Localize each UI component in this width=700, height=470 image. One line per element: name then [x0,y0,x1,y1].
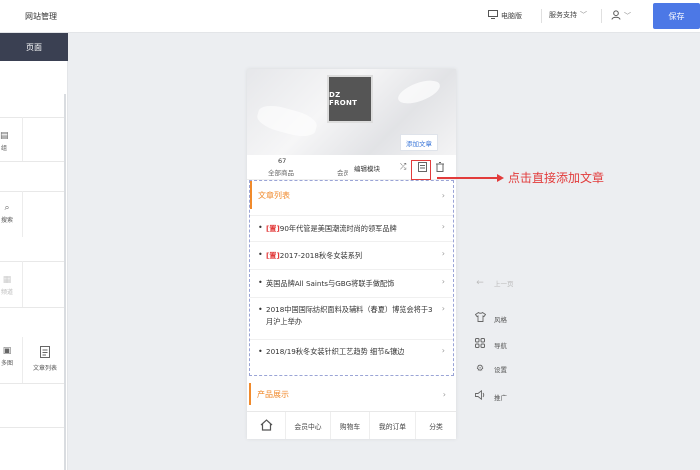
nav-home[interactable] [247,412,285,439]
nav-my-orders[interactable]: 我的订单 [369,412,415,439]
nav-category[interactable]: 分类 [415,412,456,439]
add-article-tooltip: 添加文章 [400,134,438,151]
user-menu[interactable]: ﹀ [611,10,631,22]
product-section-header[interactable]: 产品展示 › [249,383,454,405]
gear-icon: ⚙ [475,364,485,374]
service-support-label: 服务支持 [549,11,577,19]
module-toolbar: 编辑模块 ⤮ [348,157,455,179]
home-icon [260,419,273,433]
article-list-header[interactable]: 文章列表 › [250,181,453,209]
chevron-right-icon: › [441,304,445,313]
chevron-right-icon: › [441,249,445,258]
promotion-button[interactable]: 推广 [474,389,507,403]
product-count-label: 全部商品 [268,169,294,177]
edit-module-button[interactable]: 编辑模块 [354,163,380,173]
chevron-down-icon: ﹀ [580,11,587,19]
grid-icon [474,338,486,351]
highlight-box [411,160,431,180]
user-icon [611,10,621,22]
logo-text: DZ FRONT [329,91,358,107]
left-module-panel: ▤ 组 ⌕ 搜索 ▦ 频道 ▣ 多图 文章列表 [0,61,68,470]
module-channel[interactable]: ▦ 频道 [0,275,14,296]
prev-page-button[interactable]: ← 上一页 [474,278,513,288]
shuffle-icon[interactable]: ⤮ [400,162,406,172]
style-button[interactable]: 风格 [474,311,507,325]
chevron-right-icon: › [442,389,446,399]
search-icon: ⌕ [4,203,10,213]
document-icon [30,346,60,361]
module-group[interactable]: ▤ 组 [0,131,9,152]
arrow-left-icon: ← [476,278,484,288]
module-multi-image[interactable]: ▣ 多图 [0,346,14,367]
nav-cart[interactable]: 购物车 [330,412,369,439]
module-search[interactable]: ⌕ 搜索 [0,203,14,224]
top-bar: 网站管理 电脑版 服务支持 ﹀ ﹀ 保存 [0,0,700,33]
pc-version-label: 电脑版 [501,11,522,20]
article-list-title: 文章列表 [258,190,290,200]
mobile-preview: DZ FRONT 添加文章 67 全部商品 会员 编辑模块 ⤮ 文章列表 › •… [247,69,456,439]
tab-page[interactable]: 页面 [0,33,68,61]
chevron-right-icon: › [441,277,445,286]
image-icon: ▤ [0,131,9,141]
speaker-icon [474,389,486,403]
service-support-menu[interactable]: 服务支持 ﹀ [549,10,587,20]
shirt-icon [474,311,486,325]
chevron-right-icon: › [441,190,445,200]
article-list-module[interactable]: 文章列表 › • [置]90年代管是美国潮流时尚的领军品牌 › • [置]201… [249,180,454,376]
list-item[interactable]: • 2018/19秋冬女装针织工艺趋势 细节&镶边 › [250,339,453,376]
list-item[interactable]: • 2018中国国际纺织面料及辅料（春夏）博览会将于3月沪上举办 › [250,297,453,337]
chevron-down-icon: ﹀ [624,12,631,20]
module-article-list[interactable]: 文章列表 [30,346,60,372]
left-panel-scrollbar[interactable] [64,94,66,470]
bottom-nav: 会员中心 购物车 我的订单 分类 [247,411,456,439]
monitor-icon [488,10,498,21]
product-section-title: 产品展示 [257,389,289,399]
site-title: 网站管理 [25,12,57,21]
nav-member-center[interactable]: 会员中心 [285,412,330,439]
gallery-icon: ▣ [2,346,12,356]
chevron-right-icon: › [441,222,445,231]
navigation-button[interactable]: 导航 [474,338,507,351]
settings-button[interactable]: ⚙ 设置 [474,364,507,374]
pc-version-button[interactable]: 电脑版 [488,10,522,21]
annotation-arrow-head [497,174,504,182]
delete-icon[interactable] [436,162,444,174]
annotation-label: 点击直接添加文章 [508,171,605,185]
product-count: 67 [278,157,287,165]
annotation-arrow-line [437,177,499,179]
list-item[interactable]: • 英国品牌All Saints与GBG将联手做配饰 › [250,269,453,295]
chevron-right-icon: › [441,346,445,355]
list-item[interactable]: • [置]90年代管是美国潮流时尚的领军品牌 › [250,215,453,241]
channel-icon: ▦ [2,275,12,285]
site-logo[interactable]: DZ FRONT [327,75,373,123]
list-item[interactable]: • [置]2017-2018秋冬女装系列 › [250,241,453,269]
save-button[interactable]: 保存 [653,3,700,29]
